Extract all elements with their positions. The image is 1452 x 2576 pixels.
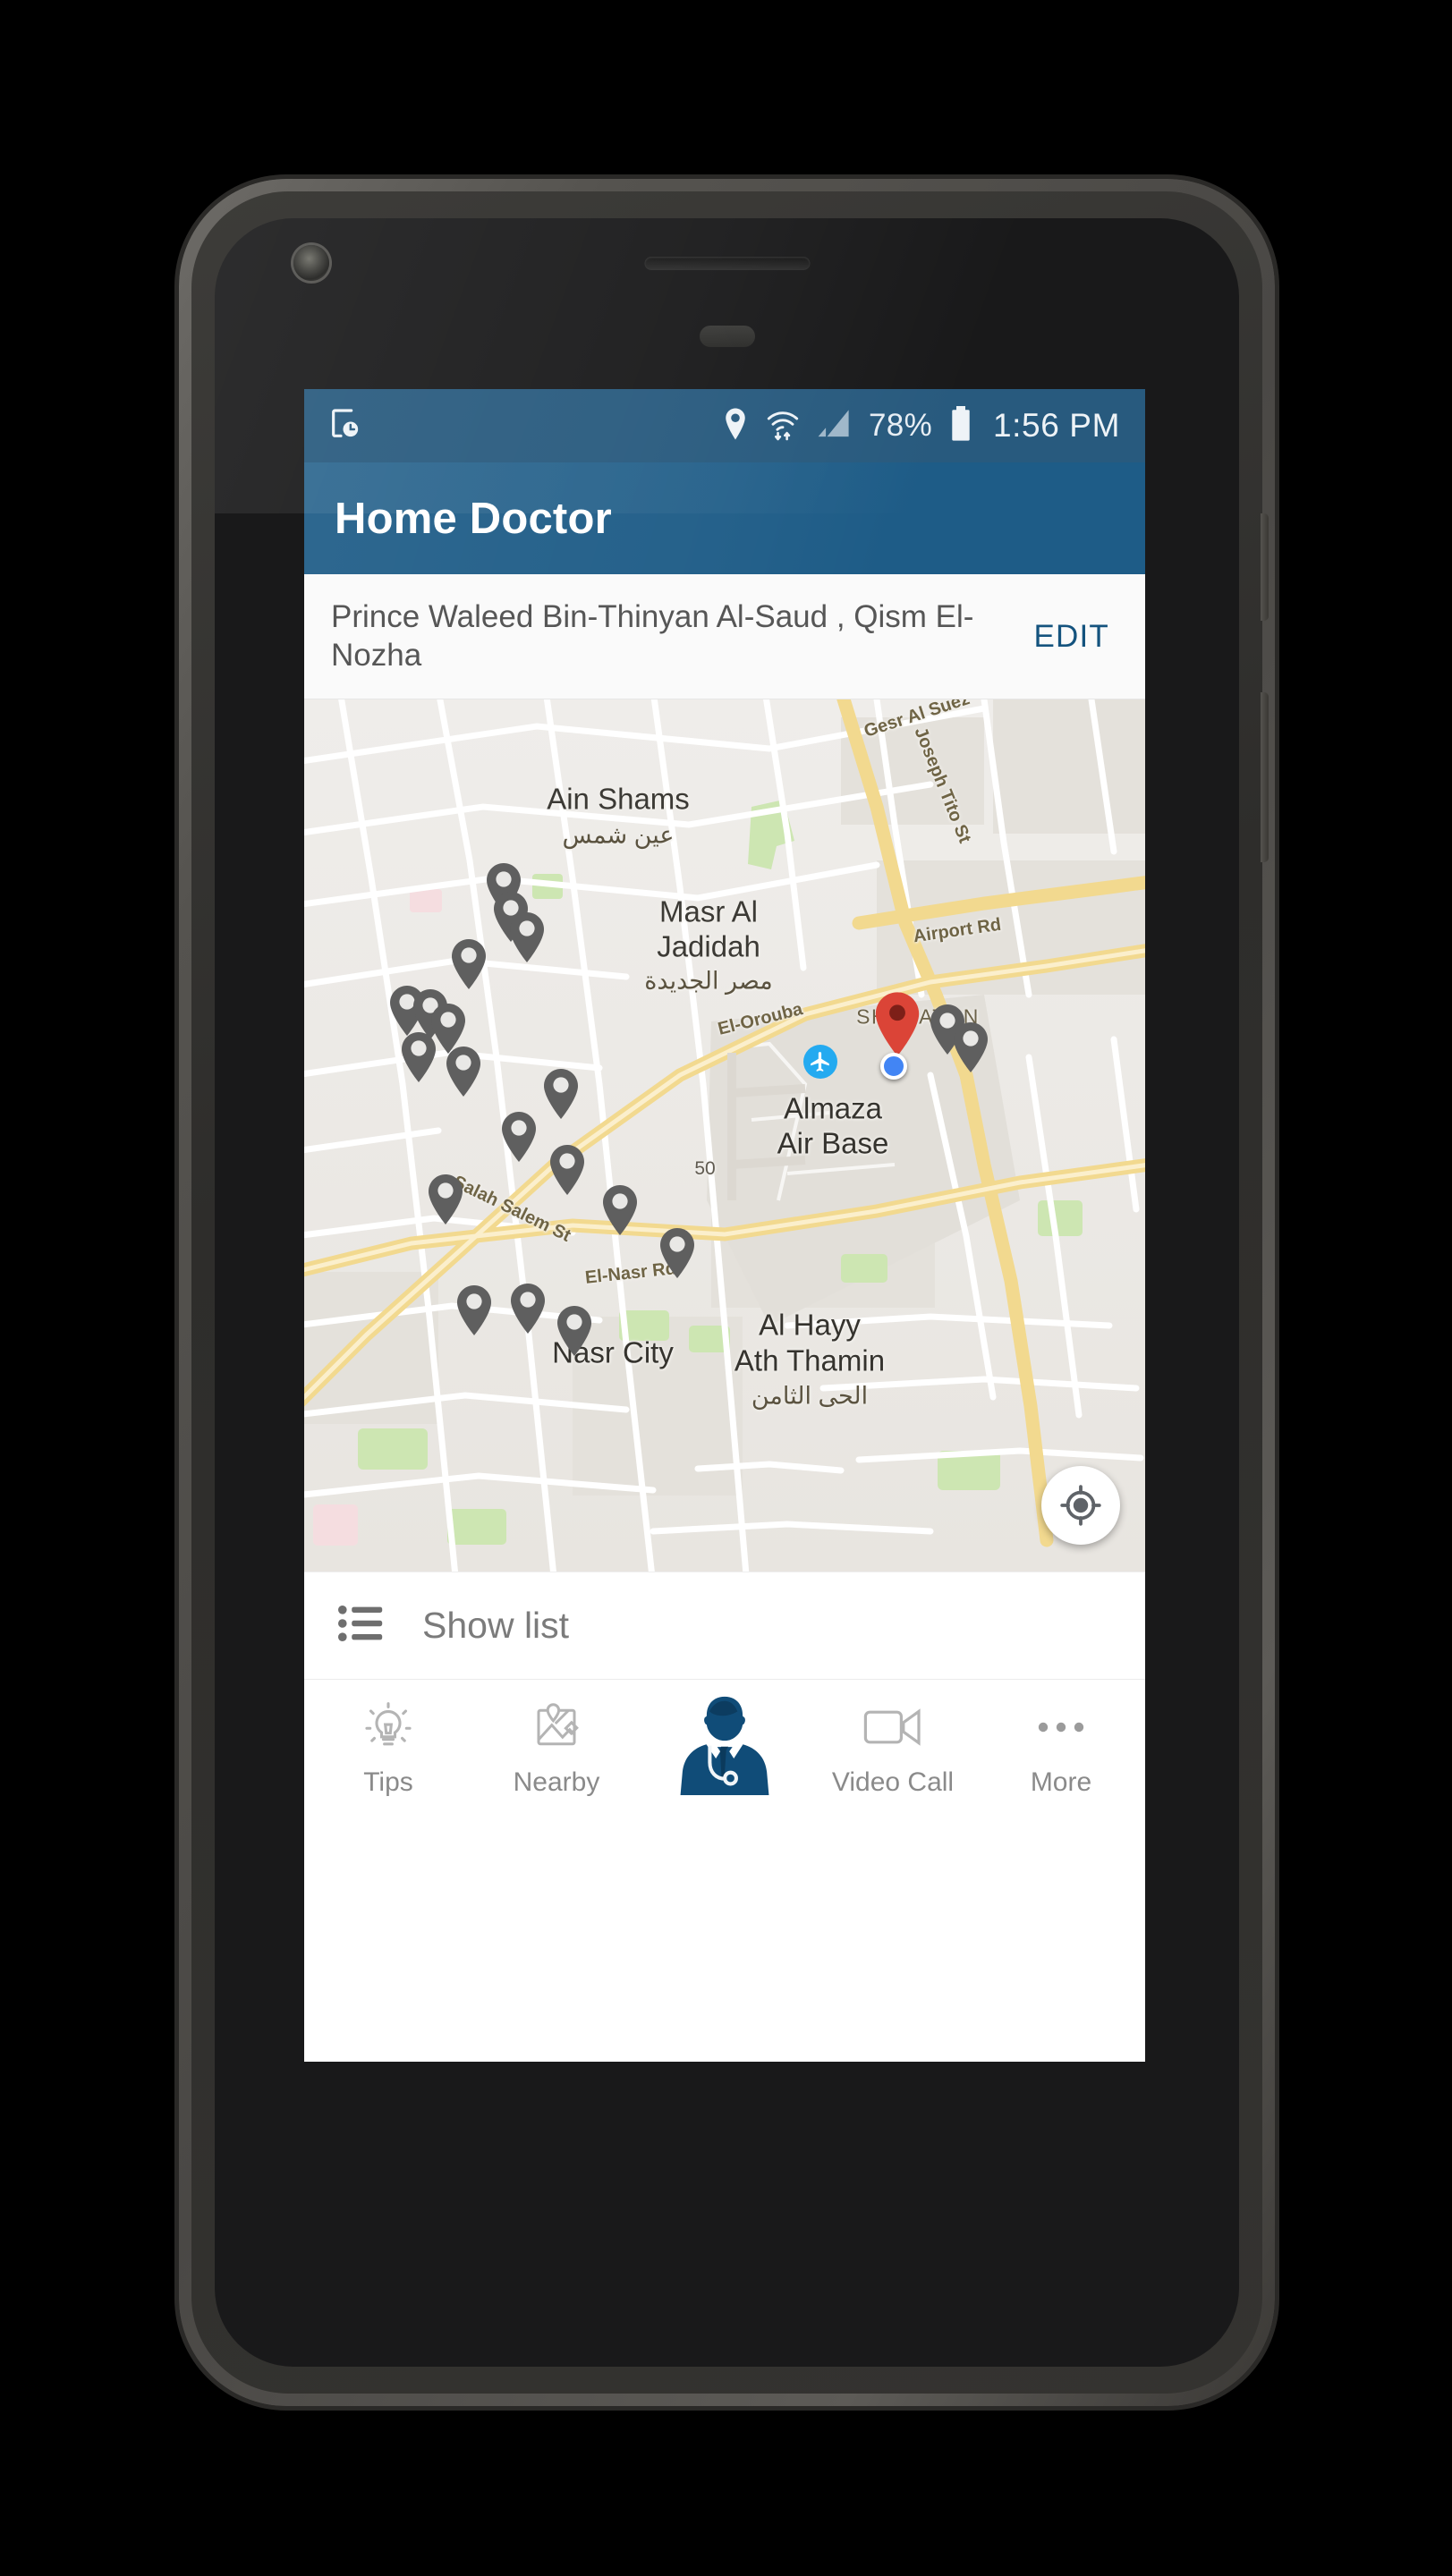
show-list-label: Show list [422,1605,570,1646]
video-camera-icon [863,1699,922,1755]
nav-item-video-call[interactable]: Video Call [809,1680,977,1829]
nav-item-more[interactable]: More [977,1680,1145,1829]
map-icon [531,1699,582,1755]
list-icon [338,1604,385,1648]
map-pin[interactable] [399,1031,438,1083]
map-pin[interactable] [951,1021,990,1073]
map-pin[interactable] [444,1046,483,1097]
bottom-navigation: Tips Nearby Video Call More [304,1679,1145,1829]
address-label: Prince Waleed Bin-Thinyan Al-Saud , Qism… [331,598,974,673]
nav-item-tips[interactable]: Tips [304,1680,472,1829]
battery-icon [949,405,972,446]
status-bar-clock: 1:56 PM [993,407,1120,444]
map-pin[interactable] [541,1068,581,1120]
app-screen: 78% 1:56 PM Home Doctor Prince Waleed Bi… [304,389,1145,2062]
volume-button[interactable] [1261,692,1269,862]
nav-label-nearby: Nearby [513,1767,600,1797]
map-pin[interactable] [555,1305,594,1357]
map-pin[interactable] [507,911,547,963]
map-pin[interactable] [600,1184,640,1236]
map-view[interactable]: Ain Shams عين شمس Masr Al Jadidah مصر الجديد… [304,699,1145,1572]
nav-label-tips: Tips [363,1767,413,1797]
lightbulb-icon [362,1699,414,1755]
map-graphics [304,699,1145,1572]
my-location-button[interactable] [1041,1466,1120,1545]
location-icon [723,407,748,445]
user-location-dot [880,1053,907,1080]
map-pin[interactable] [454,1284,494,1336]
nav-label-more: More [1030,1767,1092,1797]
map-pin[interactable] [508,1283,548,1335]
front-camera-icon [293,245,329,281]
proximity-sensor [699,326,755,347]
address-bar: Prince Waleed Bin-Thinyan Al-Saud , Qism… [304,574,1145,699]
signal-icon [818,409,852,444]
doctor-icon [677,1696,772,1795]
power-button[interactable] [1261,513,1269,621]
nav-item-doctor[interactable] [641,1680,809,1829]
nav-item-nearby[interactable]: Nearby [472,1680,641,1829]
status-bar: 78% 1:56 PM [304,389,1145,462]
wifi-icon [765,407,801,445]
status-bar-right-icons: 78% 1:56 PM [723,405,1120,446]
edit-address-button[interactable]: EDIT [1017,610,1122,664]
show-list-row[interactable]: Show list [304,1572,1145,1679]
earpiece-speaker [644,257,810,270]
screen-timeout-icon [327,406,363,446]
status-bar-left-icons [327,406,363,446]
battery-percent-label: 78% [869,408,932,443]
page-title: Home Doctor [335,494,612,543]
map-pin[interactable] [548,1144,587,1196]
nav-label-video-call: Video Call [831,1767,955,1797]
app-bar: Home Doctor [304,462,1145,574]
more-dots-icon [1036,1699,1086,1755]
map-pin[interactable] [499,1111,539,1163]
selected-location-pin[interactable] [872,991,922,1057]
map-pin[interactable] [449,938,488,990]
airport-icon [803,1045,837,1079]
map-pin[interactable] [426,1174,465,1225]
map-pin[interactable] [658,1227,697,1279]
